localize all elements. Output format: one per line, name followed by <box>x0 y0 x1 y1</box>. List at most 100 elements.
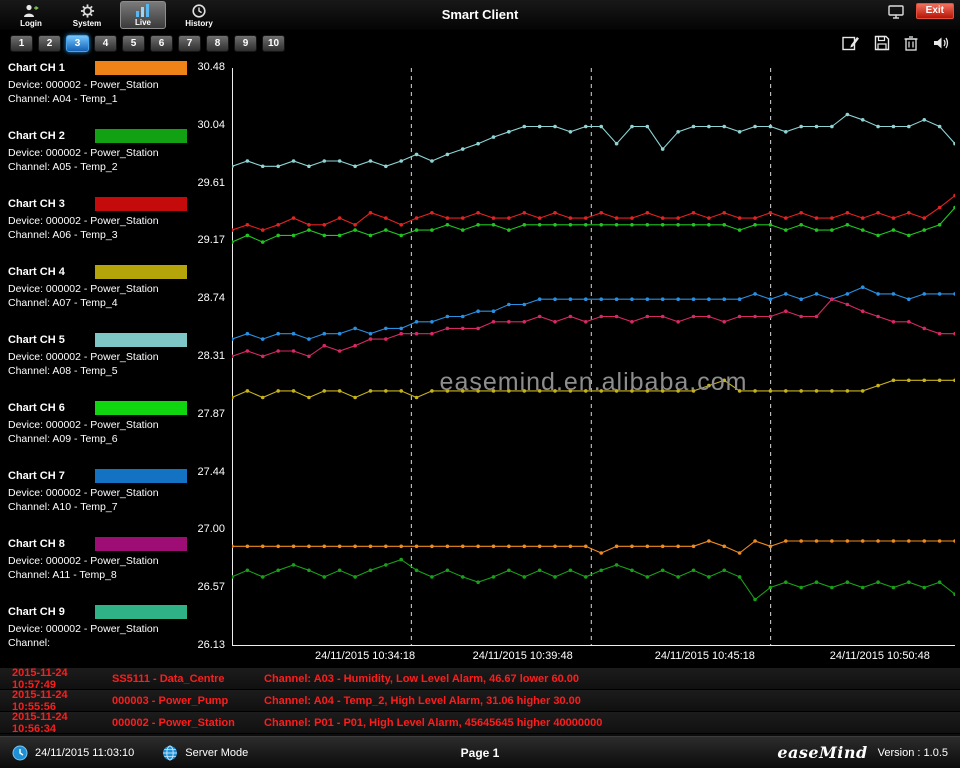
channel-legend-header: Chart CH 3 <box>8 196 195 212</box>
nav-live-label: Live <box>135 18 151 27</box>
channel-legend-3[interactable]: Chart CH 3 Device: 000002 - Power_Station… <box>8 196 195 264</box>
alarm-time: 2015-11-24 10:55:56 <box>0 689 112 713</box>
channel-device: Device: 000002 - Power_Station <box>8 78 195 92</box>
channel-device: Device: 000002 - Power_Station <box>8 554 195 568</box>
channel-title: Chart CH 5 <box>8 334 95 346</box>
channel-legend-header: Chart CH 6 <box>8 400 195 416</box>
watermark: easemind.en.alibaba.com <box>232 368 955 397</box>
channel-legend-header: Chart CH 1 <box>8 60 195 76</box>
trash-icon <box>904 35 918 51</box>
clock-icon <box>12 745 28 761</box>
brand-logo: easeMind <box>777 743 867 762</box>
y-tick-label: 27.00 <box>197 523 225 535</box>
display-icon[interactable] <box>888 5 904 19</box>
page-buttons: 123456789 10 <box>10 35 285 52</box>
page-button-2[interactable]: 2 <box>38 35 61 52</box>
series-A04-Temp-1 <box>232 539 955 555</box>
alarm-message: Channel: A03 - Humidity, Low Level Alarm… <box>264 673 960 685</box>
login-icon <box>23 4 39 18</box>
channel-legend-header: Chart CH 2 <box>8 128 195 144</box>
nav-system-label: System <box>73 19 101 28</box>
channel-legend-6[interactable]: Chart CH 6 Device: 000002 - Power_Station… <box>8 400 195 468</box>
y-tick-label: 30.04 <box>197 119 225 131</box>
y-tick-label: 28.31 <box>197 350 225 362</box>
chart-plot-container <box>232 68 955 646</box>
page-button-8[interactable]: 8 <box>206 35 229 52</box>
channel-legend-5[interactable]: Chart CH 5Device: 000002 - Power_Station… <box>8 332 195 400</box>
channel-name: Channel: A08 - Temp_5 <box>8 364 195 378</box>
alarm-row-2[interactable]: 2015-11-24 10:55:56000003 - Power_PumpCh… <box>0 690 960 712</box>
channel-color-swatch <box>95 61 187 75</box>
edit-chart-button[interactable] <box>842 35 860 51</box>
status-bar: 24/11/2015 11:03:10 Server Mode Page 1 e… <box>0 736 960 768</box>
channel-name: Channel: A06 - Temp_3 <box>8 228 195 242</box>
x-tick-label: 24/11/2015 10:45:18 <box>655 650 755 662</box>
channel-device: Device: 000002 - Power_Station <box>8 214 195 228</box>
channel-color-swatch <box>95 469 187 483</box>
channel-title: Chart CH 9 <box>8 606 95 618</box>
grid-lines <box>411 68 770 646</box>
channel-list: Chart CH 1 Device: 000002 - Power_Station… <box>0 56 195 668</box>
page-button-3[interactable]: 3 <box>66 35 89 52</box>
status-left: 24/11/2015 11:03:10 Server Mode <box>12 745 248 761</box>
alarm-device: SS5111 - Data_Centre <box>112 673 264 685</box>
channel-color-swatch <box>95 129 187 143</box>
channel-name: Channel: A10 - Temp_7 <box>8 500 195 514</box>
version-label: Version : 1.0.5 <box>878 747 948 759</box>
top-bar: Login System <box>0 0 960 30</box>
page-button-9[interactable]: 9 <box>234 35 257 52</box>
channel-title: Chart CH 2 <box>8 130 95 142</box>
delete-button[interactable] <box>904 35 918 51</box>
channel-device: Device: 000002 - Power_Station <box>8 622 195 636</box>
nav-login[interactable]: Login <box>8 1 54 30</box>
page-button-4[interactable]: 4 <box>94 35 117 52</box>
channel-name: Channel: A11 - Temp_8 <box>8 568 195 582</box>
chart-tools <box>842 35 950 51</box>
y-tick-label: 28.74 <box>197 292 225 304</box>
channel-legend-9[interactable]: Chart CH 9 Device: 000002 - Power_Station… <box>8 604 195 672</box>
channel-title: Chart CH 7 <box>8 470 95 482</box>
server-mode-label: Server Mode <box>185 747 248 759</box>
channel-color-swatch <box>95 197 187 211</box>
audio-alarm-button[interactable] <box>932 35 950 51</box>
nav-live[interactable]: Live <box>120 1 166 29</box>
nav-history[interactable]: History <box>176 1 222 30</box>
channel-device: Device: 000002 - Power_Station <box>8 146 195 160</box>
alarm-list: 2015-11-24 10:57:49SS5111 - Data_CentreC… <box>0 668 960 736</box>
alarm-row-1[interactable]: 2015-11-24 10:57:49SS5111 - Data_CentreC… <box>0 668 960 690</box>
save-button[interactable] <box>874 35 890 51</box>
page-button-7[interactable]: 7 <box>178 35 201 52</box>
page-button-5[interactable]: 5 <box>122 35 145 52</box>
channel-legend-8[interactable]: Chart CH 8 Device: 000002 - Power_Station… <box>8 536 195 604</box>
alarm-device: 000003 - Power_Pump <box>112 695 264 707</box>
channel-legend-header: Chart CH 7 <box>8 468 195 484</box>
exit-button[interactable]: Exit <box>916 3 954 19</box>
series-A11-Temp-8 <box>232 297 955 358</box>
smart-client-window: Login System <box>0 0 960 768</box>
alarm-message: Channel: A04 - Temp_2, High Level Alarm,… <box>264 695 960 707</box>
globe-icon <box>162 745 178 761</box>
x-tick-label: 24/11/2015 10:34:18 <box>315 650 415 662</box>
main-area: Chart CH 1 Device: 000002 - Power_Station… <box>0 56 960 668</box>
axes <box>232 68 955 646</box>
page-button-6[interactable]: 6 <box>150 35 173 52</box>
channel-title: Chart CH 8 <box>8 538 95 550</box>
channel-legend-2[interactable]: Chart CH 2 Device: 000002 - Power_Station… <box>8 128 195 196</box>
channel-color-swatch <box>95 401 187 415</box>
page-button-1[interactable]: 1 <box>10 35 33 52</box>
nav-system[interactable]: System <box>64 1 110 30</box>
page-toolbar: 123456789 10 <box>0 30 960 56</box>
channel-device: Device: 000002 - Power_Station <box>8 418 195 432</box>
alarm-row-3[interactable]: 2015-11-24 10:56:34000002 - Power_Statio… <box>0 712 960 734</box>
channel-legend-4[interactable]: Chart CH 4Device: 000002 - Power_Station… <box>8 264 195 332</box>
channel-legend-1[interactable]: Chart CH 1 Device: 000002 - Power_Station… <box>8 60 195 128</box>
edit-icon <box>842 35 860 51</box>
channel-color-swatch <box>95 265 187 279</box>
alarm-time: 2015-11-24 10:56:34 <box>0 711 112 735</box>
channel-title: Chart CH 3 <box>8 198 95 210</box>
channel-legend-7[interactable]: Chart CH 7Device: 000002 - Power_Station… <box>8 468 195 536</box>
series-A05-Temp-2 <box>232 558 955 601</box>
page-button-10[interactable]: 10 <box>262 35 285 52</box>
channel-legend-header: Chart CH 5 <box>8 332 195 348</box>
channel-device: Device: 000002 - Power_Station <box>8 282 195 296</box>
